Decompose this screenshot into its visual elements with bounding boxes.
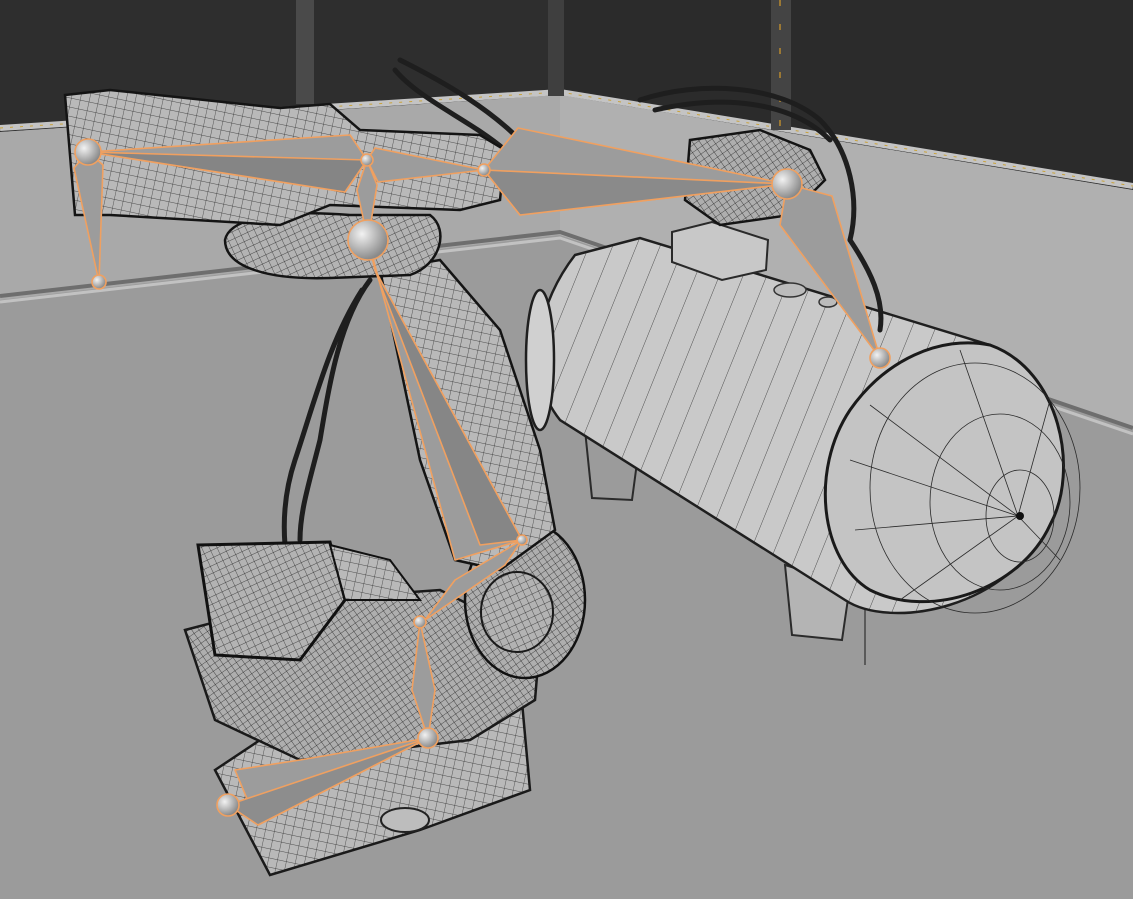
joint-wrist[interactable] — [771, 168, 803, 200]
joint-turret-top[interactable] — [413, 615, 427, 629]
joint-elbow[interactable] — [347, 219, 389, 261]
joint-tool-tip[interactable] — [869, 347, 891, 369]
joint-base[interactable] — [417, 727, 439, 749]
joint-base-tip[interactable] — [216, 793, 240, 817]
joint-shoulder[interactable] — [516, 534, 528, 546]
3d-viewport[interactable] — [0, 0, 1133, 899]
joint-elbow-top[interactable] — [360, 153, 374, 167]
joint-left-tip[interactable] — [91, 274, 107, 290]
joint-upper-arm-head[interactable] — [74, 138, 102, 166]
tank-rear-cap — [524, 288, 556, 432]
joint-forearm-root[interactable] — [477, 163, 491, 177]
pillar-1 — [296, 0, 314, 104]
pillar-2 — [548, 0, 564, 96]
